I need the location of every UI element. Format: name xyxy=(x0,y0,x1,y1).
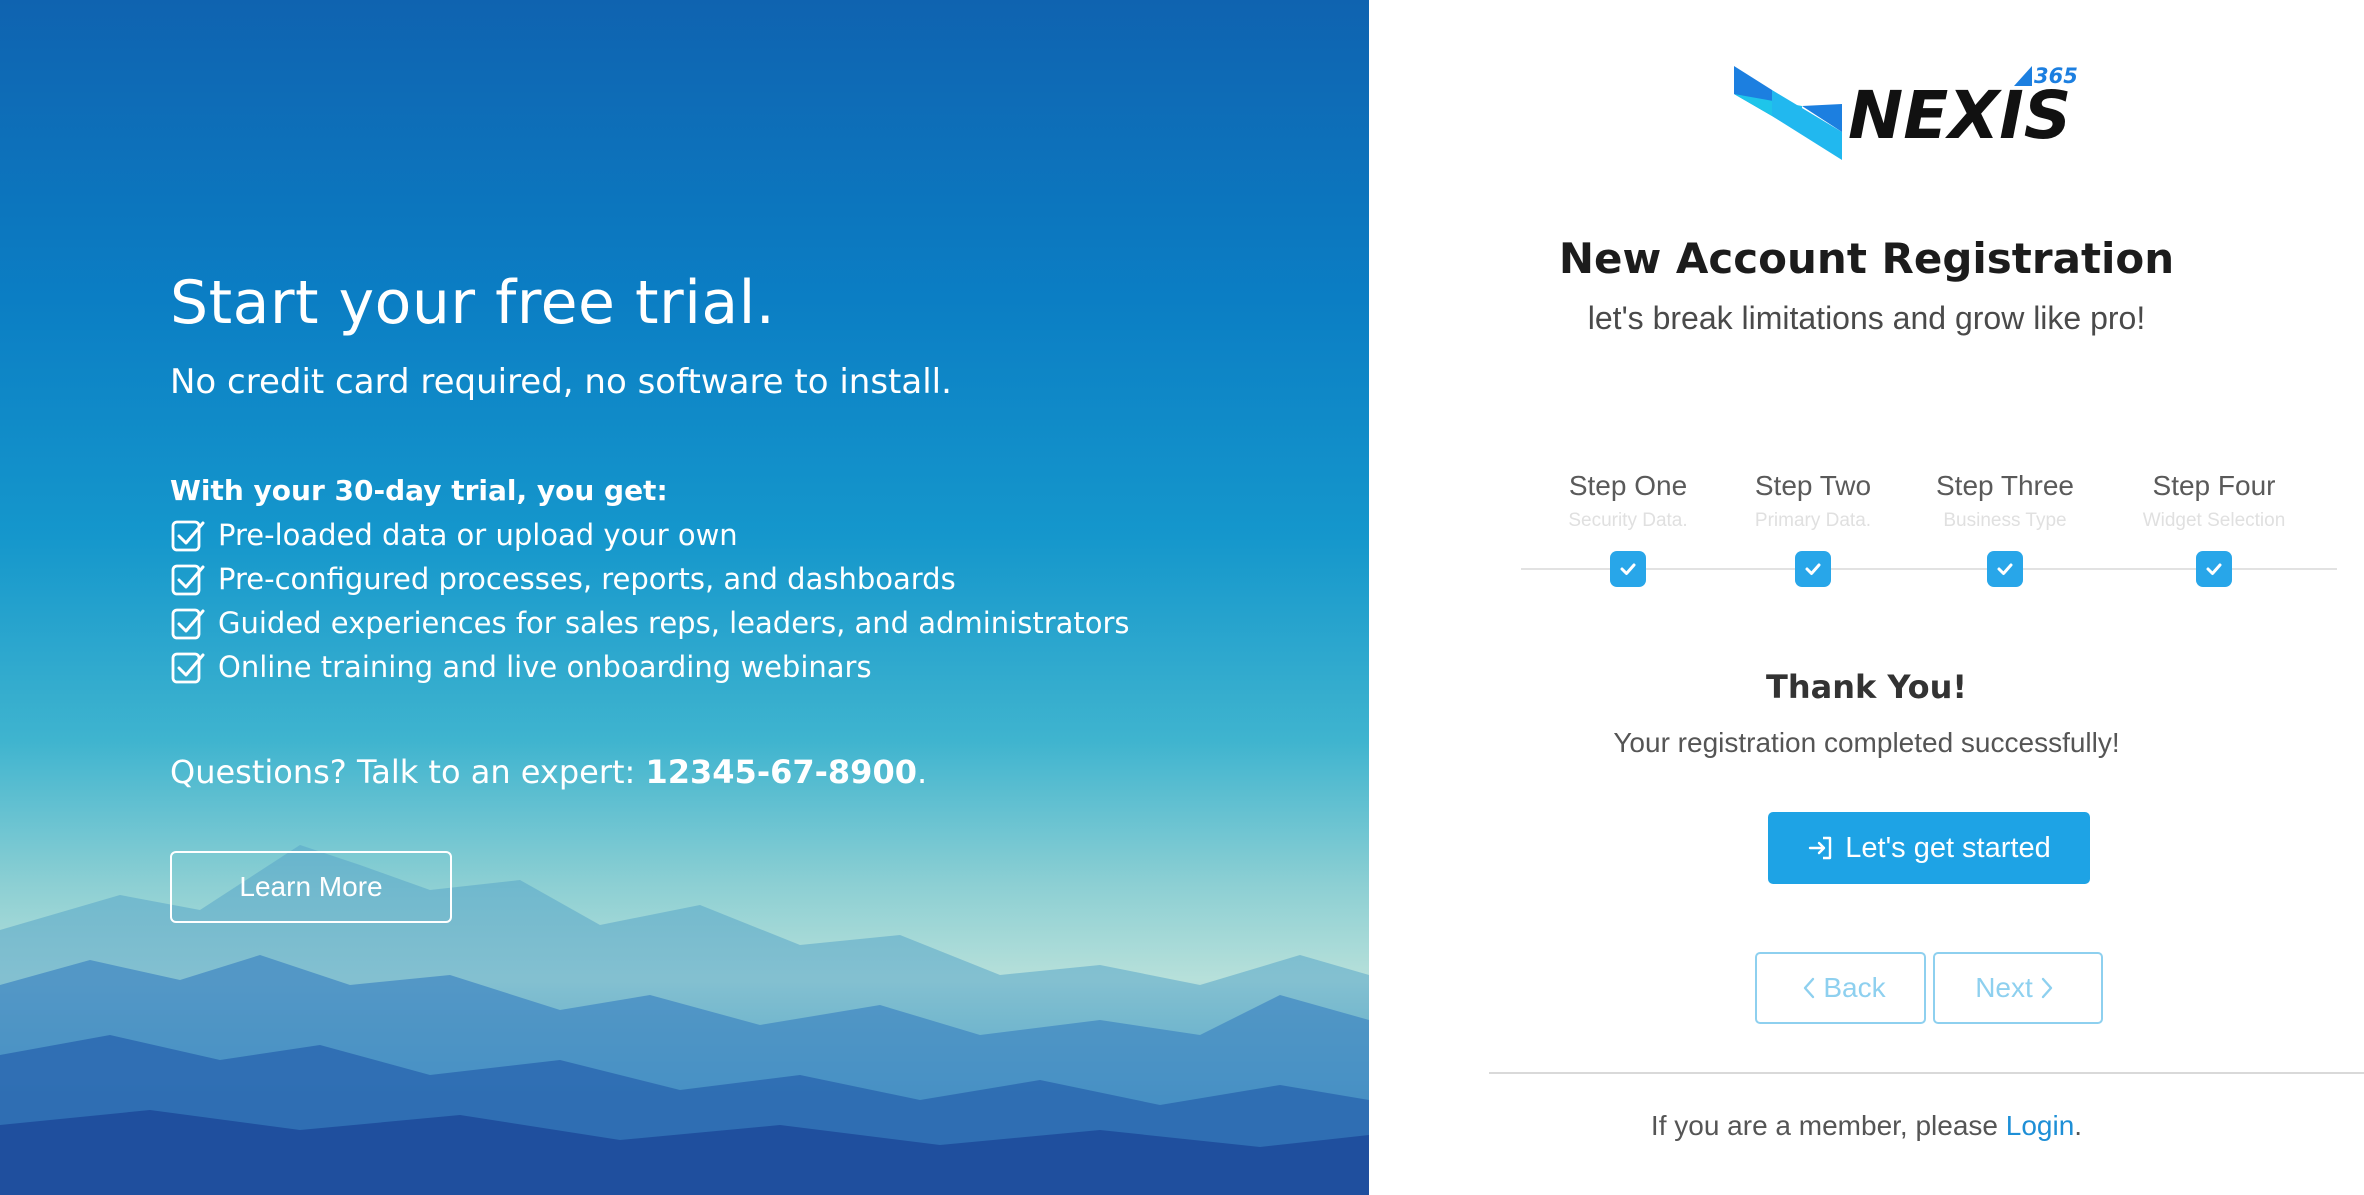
step-three[interactable]: Step Three Business Type xyxy=(1895,470,2115,587)
step-complete-indicator xyxy=(1987,551,2023,587)
svg-text:NEXIS: NEXIS xyxy=(1848,77,2071,154)
feature-item: Guided experiences for sales reps, leade… xyxy=(170,601,1130,645)
get-started-label: Let's get started xyxy=(1845,831,2051,864)
chevron-left-icon xyxy=(1804,977,1815,999)
check-icon xyxy=(1997,563,2013,575)
next-button[interactable]: Next xyxy=(1933,952,2103,1024)
chevron-right-icon xyxy=(2041,977,2052,999)
step-subtitle: Primary Data. xyxy=(1754,510,1872,531)
registration-page: Start your free trial. No credit card re… xyxy=(0,0,2364,1195)
feature-label: Guided experiences for sales reps, leade… xyxy=(218,606,1130,640)
feature-label: Pre-configured processes, reports, and d… xyxy=(218,562,956,596)
feature-list: Pre-loaded data or upload your own Pre-c… xyxy=(170,513,1130,689)
checkbox-check-icon xyxy=(171,608,205,640)
login-link[interactable]: Login xyxy=(2006,1110,2075,1141)
feature-item: Pre-configured processes, reports, and d… xyxy=(170,557,1130,601)
step-title: Step Three xyxy=(1935,470,2075,501)
step-two[interactable]: Step Two Primary Data. xyxy=(1703,470,1923,587)
step-subtitle: Business Type xyxy=(1943,510,2067,531)
member-prefix: If you are a member, please xyxy=(1650,1110,2006,1141)
success-message: Your registration completed successfully… xyxy=(1613,727,2120,758)
registration-subtitle: let's break limitations and grow like pr… xyxy=(1587,300,2146,336)
learn-more-button[interactable]: Learn More xyxy=(170,851,452,923)
check-icon xyxy=(2206,563,2222,575)
divider xyxy=(1489,1072,2364,1074)
step-complete-indicator xyxy=(1795,551,1831,587)
trial-heading: With your 30-day trial, you get: xyxy=(170,474,668,507)
svg-text:365: 365 xyxy=(2034,64,2078,88)
step-title: Step Two xyxy=(1754,470,1872,501)
checkbox-check-icon xyxy=(171,652,205,684)
registration-title: New Account Registration xyxy=(1558,234,2175,283)
nexis-logo: NEXIS 365 xyxy=(1734,64,2078,160)
check-icon xyxy=(1805,563,1821,575)
registration-panel: NEXIS 365 New Account Registration let's… xyxy=(1369,0,2364,1195)
contact-suffix: . xyxy=(916,753,928,791)
checkbox-check-icon xyxy=(171,564,205,596)
checkbox-check-icon xyxy=(171,520,205,552)
feature-label: Online training and live onboarding webi… xyxy=(218,650,872,684)
step-subtitle: Widget Selection xyxy=(2142,510,2286,531)
hero-content: Start your free trial. No credit card re… xyxy=(170,270,1130,791)
back-button[interactable]: Back xyxy=(1755,952,1926,1024)
member-suffix: . xyxy=(2074,1110,2083,1141)
step-complete-indicator xyxy=(2196,551,2232,587)
hero-subtitle: No credit card required, no software to … xyxy=(170,362,952,402)
sign-in-icon xyxy=(1809,836,1832,860)
thank-you-heading: Thank You! xyxy=(1766,668,1967,706)
feature-item: Pre-loaded data or upload your own xyxy=(170,513,1130,557)
member-login-line: If you are a member, please Login. xyxy=(1369,1110,2364,1142)
contact-line: Questions? Talk to an expert: 12345-67-8… xyxy=(170,753,1130,791)
check-icon xyxy=(1620,563,1636,575)
hero-panel: Start your free trial. No credit card re… xyxy=(0,0,1369,1195)
feature-label: Pre-loaded data or upload your own xyxy=(218,518,738,552)
contact-prefix: Questions? Talk to an expert: xyxy=(170,753,646,791)
step-title: Step Four xyxy=(2152,470,2276,501)
step-complete-indicator xyxy=(1610,551,1646,587)
feature-item: Online training and live onboarding webi… xyxy=(170,645,1130,689)
contact-phone: 12345-67-8900 xyxy=(645,753,917,791)
step-four[interactable]: Step Four Widget Selection xyxy=(2104,470,2324,587)
back-label: Back xyxy=(1823,972,1886,1003)
hero-title: Start your free trial. xyxy=(170,268,776,338)
get-started-button[interactable]: Let's get started xyxy=(1768,812,2090,884)
step-progress: Step One Security Data. Step Two Primary… xyxy=(1521,470,2337,590)
next-label: Next xyxy=(1975,972,2033,1003)
